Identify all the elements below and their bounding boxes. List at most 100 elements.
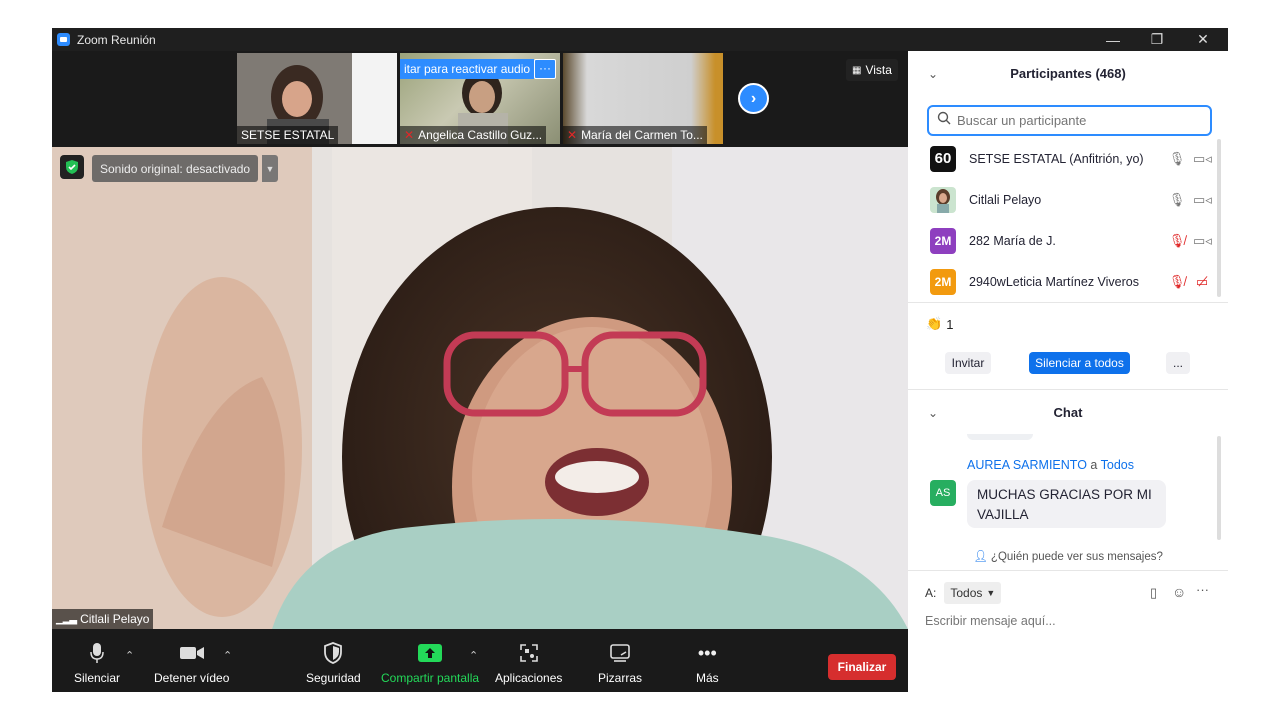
participant-name: Citlali Pelayo bbox=[969, 192, 1042, 207]
divider bbox=[908, 302, 1228, 303]
microphone-icon[interactable]: 🎙︎ bbox=[1168, 192, 1186, 208]
thumbnail-name: SETSE ESTATAL bbox=[237, 126, 339, 144]
whiteboards-label: Pizarras bbox=[598, 671, 643, 685]
security-label: Seguridad bbox=[306, 671, 361, 685]
recipient-dropdown[interactable]: Todos ▼ bbox=[944, 582, 1002, 604]
thumbnail-video[interactable]: SETSE ESTATAL bbox=[237, 53, 397, 144]
message-to-word: a bbox=[1090, 458, 1098, 472]
participant-row[interactable]: 60 SETSE ESTATAL (Anfitrión, yo) 🎙︎ ▭◃ bbox=[908, 138, 1218, 179]
share-screen-label: Compartir pantalla bbox=[381, 671, 480, 685]
message-visibility-text: ¿Quién puede ver sus mensajes? bbox=[990, 551, 1163, 563]
muted-mic-icon: ✕ bbox=[567, 128, 578, 142]
video-camera-icon[interactable]: ▭◃ bbox=[1193, 192, 1212, 208]
thumbnail-name-text: María del Carmen To... bbox=[581, 128, 703, 142]
thumbnail-video[interactable]: ✕ María del Carmen To... bbox=[563, 53, 723, 144]
thumbnail-more-icon[interactable]: ··· bbox=[534, 59, 556, 79]
microphone-icon bbox=[89, 641, 105, 665]
view-button[interactable]: ▦ Vista bbox=[846, 59, 898, 81]
security-shield-icon bbox=[60, 155, 84, 179]
recipient-value: Todos bbox=[950, 586, 983, 600]
stop-video-label: Detener vídeo bbox=[154, 671, 230, 685]
participant-avatar: 2M bbox=[930, 227, 956, 254]
message-visibility-link[interactable]: 👤︎ ¿Quién puede ver sus mensajes? bbox=[908, 549, 1228, 563]
share-screen-icon bbox=[418, 641, 443, 665]
muted-microphone-icon[interactable]: 🎙︎̸ bbox=[1168, 274, 1186, 290]
share-options-caret[interactable]: ⌃ bbox=[469, 649, 478, 662]
recipient-label: A: bbox=[925, 586, 937, 600]
mute-button[interactable]: Silenciar bbox=[74, 641, 120, 685]
participant-row[interactable]: Citlali Pelayo 🎙︎ ▭◃ bbox=[908, 179, 1218, 220]
mute-all-button[interactable]: Silenciar a todos bbox=[1029, 352, 1130, 374]
speaker-video-image bbox=[52, 147, 908, 629]
participant-search-input[interactable] bbox=[957, 113, 1197, 128]
participant-row[interactable]: 2M 282 María de J. 🎙︎̸ ▭◃ bbox=[908, 220, 1218, 261]
invite-button[interactable]: Invitar bbox=[945, 352, 991, 374]
participant-name: 282 María de J. bbox=[969, 233, 1056, 248]
apps-button[interactable]: Aplicaciones bbox=[495, 641, 562, 685]
participant-avatar bbox=[930, 186, 956, 213]
video-options-caret[interactable]: ⌃ bbox=[223, 649, 232, 662]
clap-icon: 👏 bbox=[926, 316, 943, 331]
more-label: Más bbox=[696, 671, 719, 685]
message-sender[interactable]: AUREA SARMIENTO bbox=[967, 458, 1087, 472]
camera-icon bbox=[179, 641, 205, 665]
side-panel: ⌄ Participantes (468) 60 SETSE ESTATAL (… bbox=[908, 51, 1228, 692]
thumbnail-name: ✕ Angelica Castillo Guz... bbox=[400, 126, 547, 144]
audio-options-caret[interactable]: ⌃ bbox=[125, 649, 134, 662]
participant-search[interactable] bbox=[927, 105, 1212, 136]
file-icon[interactable]: ▯ bbox=[1150, 585, 1157, 601]
speaker-name: Citlali Pelayo bbox=[80, 612, 150, 626]
search-icon bbox=[937, 111, 951, 130]
active-speaker-video[interactable]: Sonido original: desactivado ▼ ▁▂▃ Citla… bbox=[52, 147, 908, 629]
message-bubble: MUCHAS GRACIAS POR MI VAJILLA bbox=[967, 480, 1166, 528]
chat-more-icon[interactable]: ··· bbox=[1196, 582, 1209, 597]
chat-title: Chat bbox=[1053, 405, 1083, 420]
divider bbox=[908, 570, 1228, 571]
end-meeting-button[interactable]: Finalizar bbox=[828, 654, 896, 680]
video-camera-icon[interactable]: ▭◃ bbox=[1193, 233, 1212, 249]
signal-bars-icon: ▁▂▃ bbox=[56, 613, 77, 625]
security-button[interactable]: Seguridad bbox=[306, 641, 361, 685]
zoom-logo-icon bbox=[57, 33, 70, 46]
divider bbox=[908, 389, 1228, 390]
share-screen-button[interactable]: Compartir pantalla bbox=[381, 641, 479, 685]
recipient-selector-row: A: Todos ▼ bbox=[925, 582, 1002, 604]
meeting-area: SETSE ESTATAL itar para reactivar audio … bbox=[52, 51, 908, 692]
meeting-toolbar: Silenciar ⌃ Detener vídeo ⌃ Seguridad Co… bbox=[52, 629, 908, 692]
apps-label: Aplicaciones bbox=[495, 671, 563, 685]
next-page-button[interactable]: › bbox=[738, 83, 769, 114]
security-icon bbox=[323, 641, 343, 665]
message-header: AUREA SARMIENTO a Todos bbox=[967, 458, 1134, 472]
participants-scrollbar[interactable] bbox=[1217, 139, 1221, 297]
more-button[interactable]: ••• Más bbox=[696, 641, 719, 686]
original-sound-dropdown[interactable]: ▼ bbox=[262, 155, 278, 182]
minimize-button[interactable]: — bbox=[1090, 28, 1136, 51]
chat-message-input[interactable] bbox=[925, 614, 1215, 628]
muted-mic-icon: ✕ bbox=[404, 128, 415, 142]
thumbnail-video[interactable]: itar para reactivar audio ··· ✕ Angelica … bbox=[400, 53, 560, 144]
participant-name: SETSE ESTATAL (Anfitrión, yo) bbox=[969, 151, 1144, 166]
chat-scrollbar[interactable] bbox=[1217, 436, 1221, 540]
thumbnail-name-text: Angelica Castillo Guz... bbox=[418, 128, 543, 142]
reaction-count: 1 bbox=[946, 316, 954, 332]
mute-label: Silenciar bbox=[74, 671, 121, 685]
stop-video-button[interactable]: Detener vídeo bbox=[154, 641, 229, 685]
video-off-icon[interactable]: ▭̸ bbox=[1193, 274, 1211, 290]
original-sound-toggle[interactable]: Sonido original: desactivado bbox=[92, 155, 259, 182]
whiteboards-button[interactable]: Pizarras bbox=[598, 641, 642, 685]
muted-microphone-icon[interactable]: 🎙︎̸ bbox=[1168, 233, 1186, 249]
previous-message-bubble bbox=[967, 434, 1033, 440]
participant-name: 2940wLeticia Martínez Viveros bbox=[969, 274, 1139, 289]
emoji-icon[interactable]: ☺ bbox=[1172, 584, 1186, 600]
restore-button[interactable]: ❐ bbox=[1134, 28, 1180, 51]
apps-icon bbox=[519, 641, 539, 665]
close-button[interactable]: ✕ bbox=[1180, 28, 1226, 51]
unmute-banner[interactable]: itar para reactivar audio bbox=[400, 59, 535, 79]
participants-more-button[interactable]: ... bbox=[1166, 352, 1190, 374]
microphone-icon[interactable]: 🎙︎ bbox=[1168, 151, 1186, 167]
video-camera-icon[interactable]: ▭◃ bbox=[1193, 151, 1212, 167]
participant-row[interactable]: 2M 2940wLeticia Martínez Viveros 🎙︎̸ ▭̸ bbox=[908, 261, 1218, 302]
window-title: Zoom Reunión bbox=[77, 32, 156, 47]
message-recipient[interactable]: Todos bbox=[1101, 458, 1134, 472]
zoom-window: Zoom Reunión — ❐ ✕ SETSE ESTATAL itar pa… bbox=[52, 28, 1228, 692]
